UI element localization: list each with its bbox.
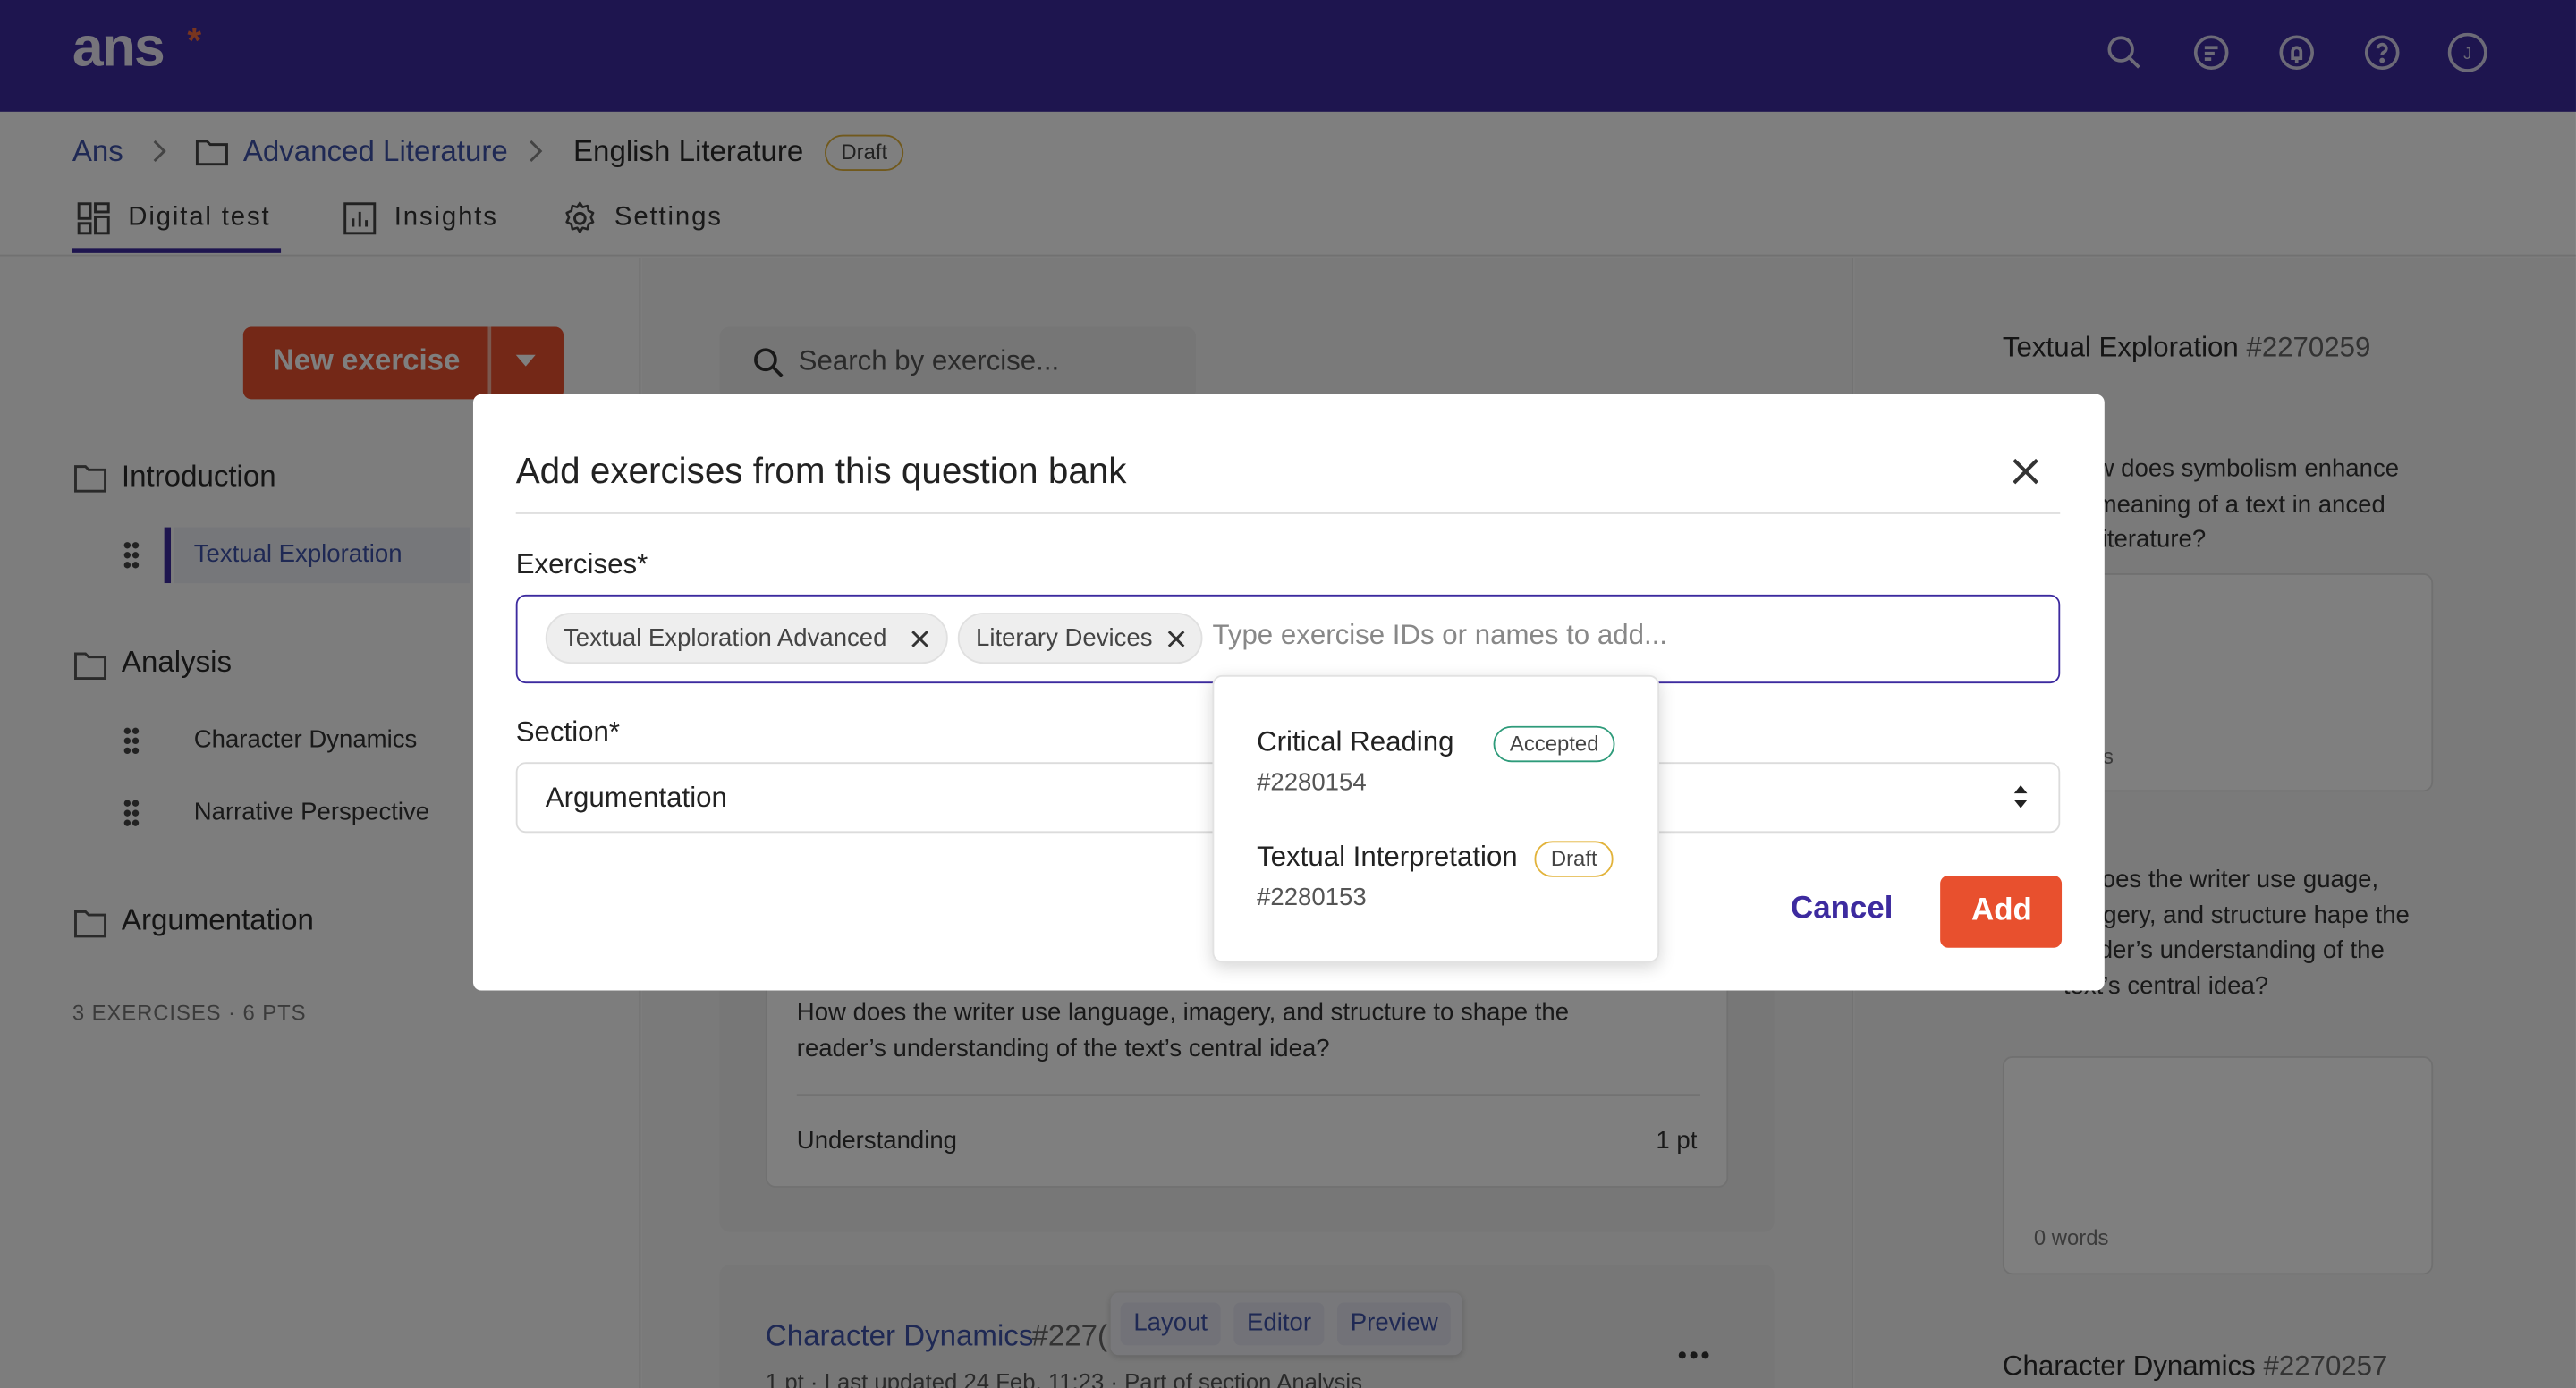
- divider: [515, 512, 2061, 514]
- add-button-label: Add: [1971, 893, 2032, 928]
- suggestion-title[interactable]: Critical Reading: [1257, 726, 1453, 759]
- exercises-label: Exercises*: [515, 548, 648, 580]
- selected-exercise-chip: Textual Exploration Advanced: [545, 613, 948, 664]
- chip-label: Literary Devices: [975, 623, 1153, 653]
- status-badge: Accepted: [1493, 725, 1615, 763]
- modal-title: Add exercises from this question bank: [515, 450, 1127, 492]
- chip-label: Textual Exploration Advanced: [563, 623, 887, 653]
- close-icon[interactable]: [2007, 453, 2043, 489]
- suggestion-title[interactable]: Textual Interpretation: [1257, 841, 1518, 874]
- status-badge: Draft: [1534, 841, 1614, 877]
- section-select-value: Argumentation: [545, 782, 727, 814]
- section-label: Section*: [515, 715, 621, 748]
- suggestion-id: #2280153: [1257, 884, 1367, 912]
- remove-chip-icon[interactable]: [911, 629, 930, 648]
- select-arrows-icon: [2013, 784, 2028, 808]
- suggestions-dropdown: [1212, 674, 1660, 963]
- exercise-search-placeholder[interactable]: Type exercise IDs or names to add...: [1212, 619, 1667, 652]
- selected-exercise-chip: Literary Devices: [957, 613, 1203, 664]
- suggestion-id: #2280154: [1257, 768, 1367, 797]
- remove-chip-icon[interactable]: [1166, 629, 1186, 648]
- cancel-button[interactable]: Cancel: [1791, 892, 1893, 927]
